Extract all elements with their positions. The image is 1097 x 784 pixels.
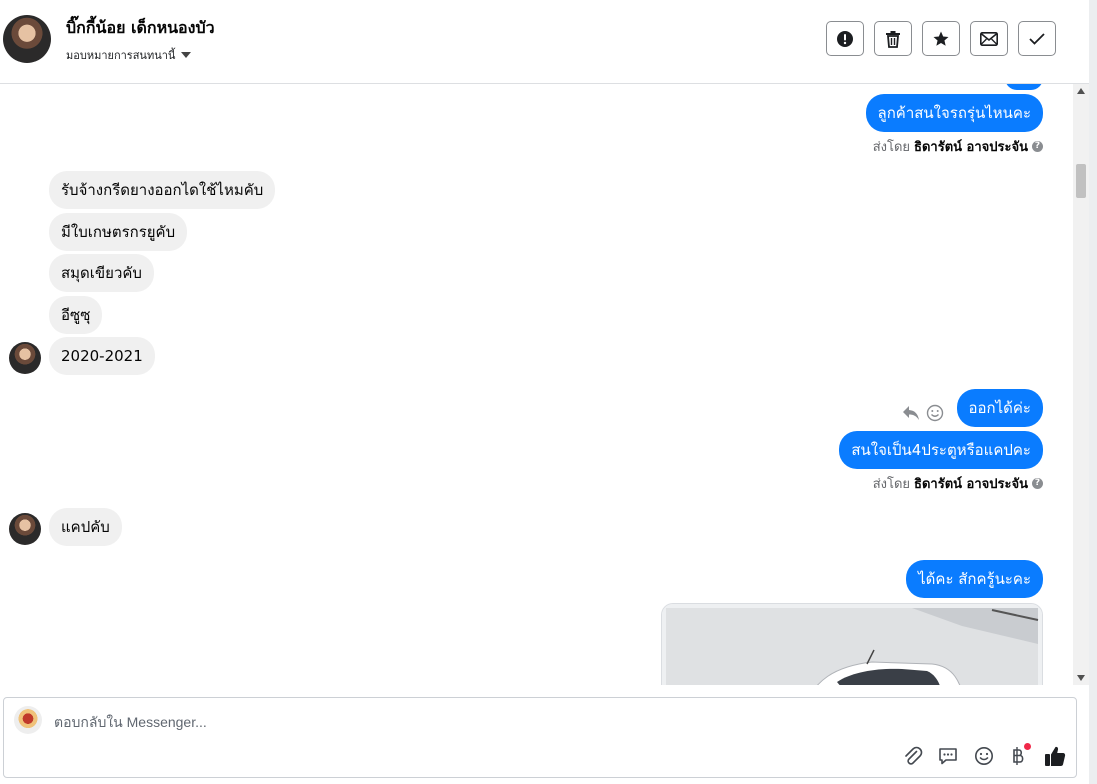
truck-photo	[662, 604, 1042, 685]
message-bubble-outgoing[interactable]: สนใจเป็น4ประตูหรือแคปคะ	[839, 431, 1043, 469]
contact-avatar-small[interactable]	[9, 342, 41, 374]
image-attachment[interactable]	[661, 603, 1043, 685]
contact-name[interactable]: บิ๊กกี้น้อย เด็กหนองบัว	[66, 16, 215, 41]
message-bubble-incoming[interactable]: 2020-2021	[49, 337, 155, 375]
message-bubble-incoming[interactable]: มีใบเกษตรกรยูคับ	[49, 213, 188, 251]
attach-file-button[interactable]	[900, 743, 926, 769]
contact-avatar[interactable]	[3, 15, 51, 63]
mark-unread-button[interactable]	[970, 21, 1008, 56]
mark-spam-button[interactable]	[826, 21, 864, 56]
sent-by-name: ธิดารัตน์ อาจประจัน	[914, 477, 1028, 492]
react-emoji-icon[interactable]	[926, 404, 944, 422]
saved-reply-button[interactable]	[935, 743, 961, 769]
conversation-header: บิ๊กกี้น้อย เด็กหนองบัว มอบหมายการสนทนาน…	[0, 0, 1089, 84]
message-bubble-outgoing[interactable]: ออกได้ค่ะ	[956, 389, 1043, 427]
emoji-icon	[975, 747, 993, 765]
message-thread[interactable]: ลูกค้าสนใจรถรุ่นไหนคะ ส่งโดย ธิดารัตน์ อ…	[0, 84, 1073, 685]
mark-done-button[interactable]	[1018, 21, 1056, 56]
scroll-thumb[interactable]	[1076, 164, 1086, 198]
sent-by-name: ธิดารัตน์ อาจประจัน	[914, 140, 1028, 155]
check-icon	[1029, 32, 1045, 45]
like-button[interactable]	[1042, 743, 1068, 769]
message-bubble-outgoing[interactable]	[1005, 84, 1043, 90]
message-bubble-incoming[interactable]: รับจ้างกรีดยางออกไดใช้ไหมคับ	[49, 171, 276, 209]
help-icon[interactable]: ?	[1032, 478, 1043, 489]
thumbs-up-icon	[1045, 746, 1066, 766]
scroll-up-arrow-icon[interactable]	[1077, 88, 1085, 94]
sent-by-prefix: ส่งโดย	[872, 140, 911, 155]
reply-input[interactable]	[52, 710, 956, 734]
sent-by-label: ส่งโดย ธิดารัตน์ อาจประจัน ?	[873, 473, 1043, 494]
caret-down-icon	[181, 52, 192, 58]
star-button[interactable]	[922, 21, 960, 56]
thread-scrollbar[interactable]	[1073, 84, 1089, 685]
exclamation-circle-icon	[837, 30, 853, 47]
message-bubble-incoming[interactable]: แคปคับ	[49, 508, 122, 546]
envelope-icon	[980, 31, 998, 46]
paperclip-icon	[905, 746, 923, 765]
help-icon[interactable]: ?	[1032, 141, 1043, 152]
reply-icon[interactable]	[902, 405, 920, 421]
star-icon	[933, 31, 949, 46]
message-bubble-incoming[interactable]: สมุดเขียวคับ	[49, 254, 154, 292]
message-bubble-outgoing[interactable]: ลูกค้าสนใจรถรุ่นไหนคะ	[865, 94, 1043, 132]
message-bubble-incoming[interactable]: อีซูซุ	[49, 296, 103, 334]
sent-by-label: ส่งโดย ธิดารัตน์ อาจประจัน ?	[873, 136, 1043, 157]
window-edge	[1089, 0, 1097, 784]
trash-icon	[886, 30, 900, 48]
page-avatar	[14, 706, 42, 734]
message-composer	[3, 697, 1077, 778]
payment-button[interactable]	[1006, 743, 1032, 769]
saved-reply-icon	[939, 748, 957, 765]
notification-dot	[1024, 743, 1031, 750]
assign-conversation-dropdown[interactable]: มอบหมายการสนทนานี้	[66, 46, 192, 64]
message-bubble-outgoing[interactable]: ได้คะ สักครู้นะคะ	[906, 560, 1043, 598]
sent-by-prefix: ส่งโดย	[872, 477, 911, 492]
scroll-down-arrow-icon[interactable]	[1077, 675, 1085, 681]
delete-button[interactable]	[874, 21, 912, 56]
contact-avatar-small[interactable]	[9, 513, 41, 545]
emoji-button[interactable]	[971, 743, 997, 769]
assign-label: มอบหมายการสนทนานี้	[66, 49, 176, 62]
